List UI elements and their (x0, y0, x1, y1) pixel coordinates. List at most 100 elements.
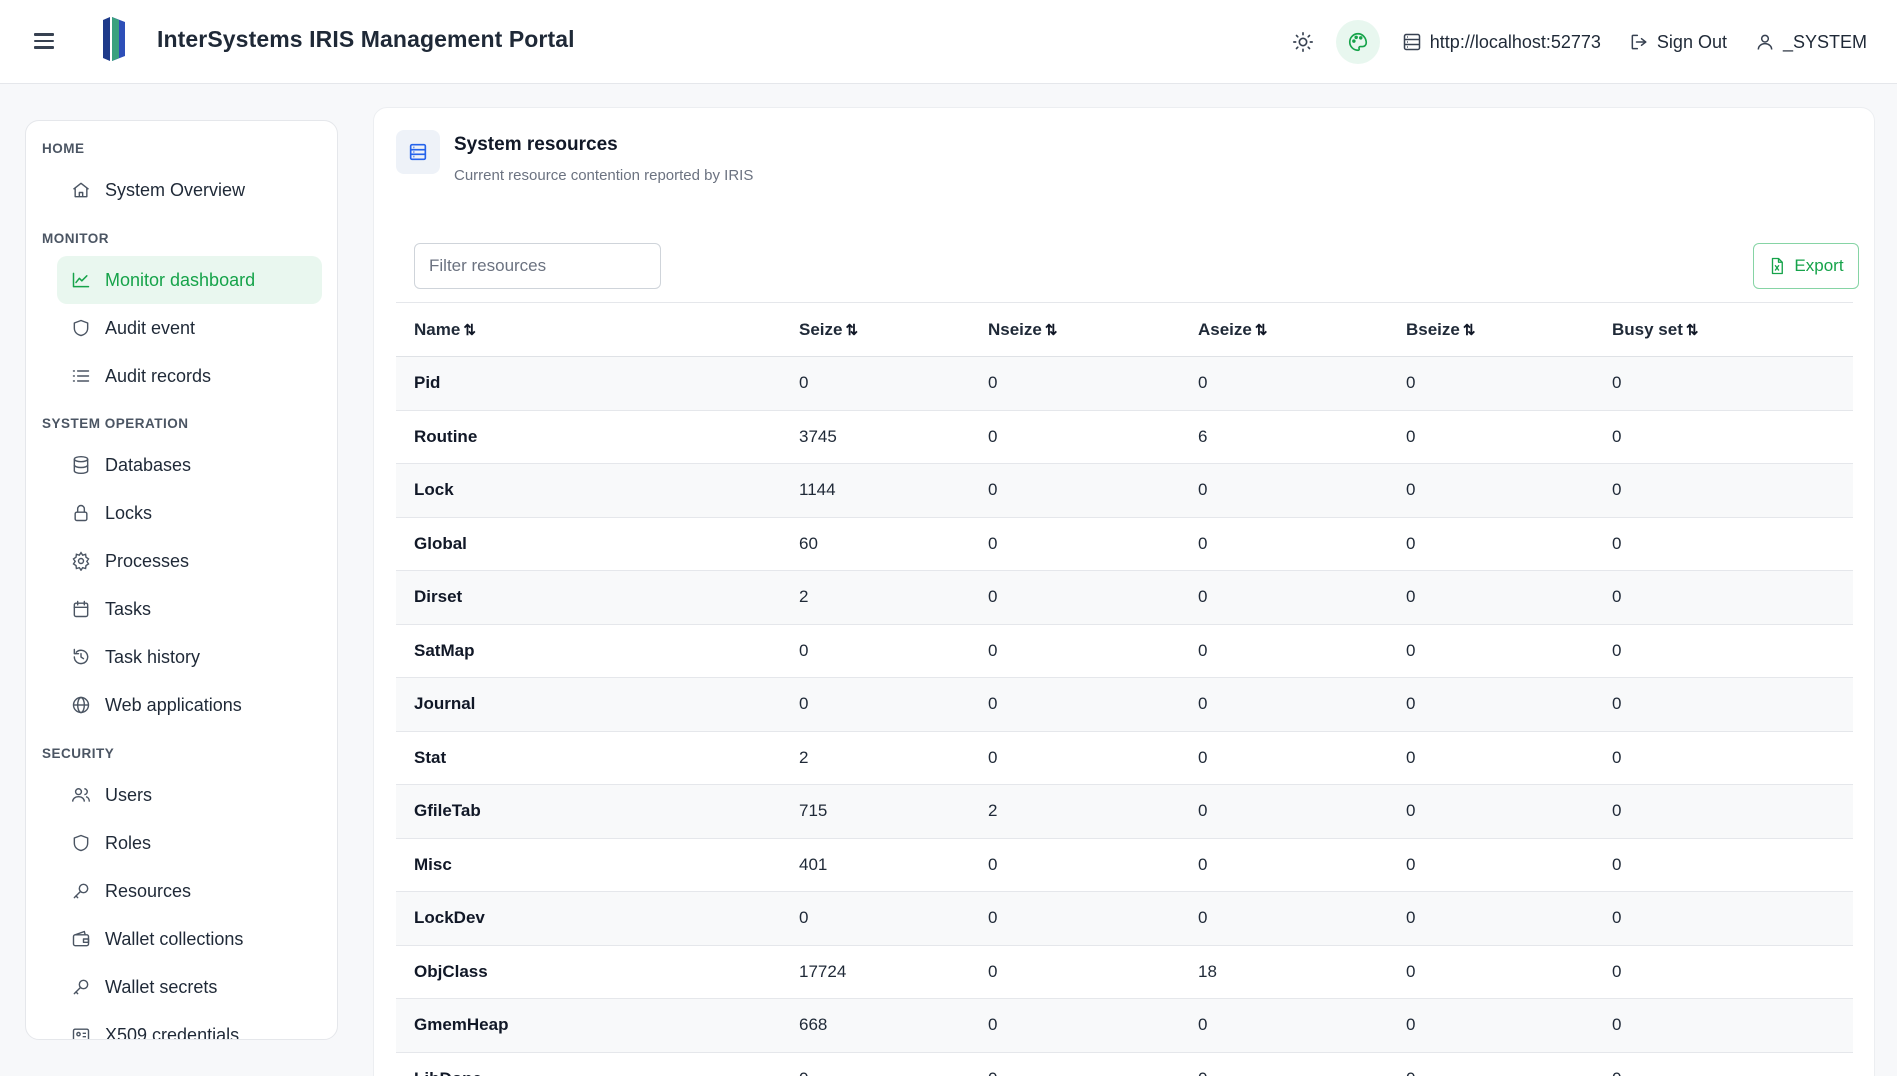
table-row[interactable]: LockDev 0 0 0 0 0 (396, 891, 1853, 946)
history-icon (71, 647, 91, 667)
table-cell: 0 (1180, 891, 1388, 946)
user-menu[interactable]: _SYSTEM (1755, 32, 1867, 53)
table-cell: 2 (781, 731, 970, 785)
resource-name-cell: LibDone (396, 1052, 781, 1076)
sort-icon: ⇅ (1254, 321, 1268, 339)
table-cell: 0 (1388, 891, 1594, 946)
system-resources-card: System resources Current resource conten… (373, 107, 1875, 1076)
table-cell: 401 (781, 838, 970, 892)
sign-out-button[interactable]: Sign Out (1629, 32, 1727, 53)
sidebar-item-web-applications[interactable]: Web applications (57, 681, 322, 729)
id-card-icon (71, 1025, 91, 1039)
table-row[interactable]: Stat 2 0 0 0 0 (396, 731, 1853, 785)
lock-icon (71, 503, 91, 523)
column-header-nseize[interactable]: Nseize ⇅ (970, 302, 1180, 357)
hamburger-menu-icon[interactable] (34, 28, 60, 54)
server-list-icon (396, 130, 440, 174)
column-header-aseize[interactable]: Aseize ⇅ (1180, 302, 1388, 357)
table-header-row: Name ⇅ Seize ⇅ Nseize ⇅ Aseize ⇅ Bseize ⇅ Bus… (396, 302, 1853, 357)
table-cell: 0 (1180, 356, 1388, 411)
sidebar-item-label: Tasks (105, 598, 152, 619)
table-cell: 60 (781, 517, 970, 571)
table-row[interactable]: Lock 1144 0 0 0 0 (396, 463, 1853, 518)
column-header-seize[interactable]: Seize ⇅ (781, 302, 970, 357)
table-row[interactable]: Misc 401 0 0 0 0 (396, 838, 1853, 892)
table-row[interactable]: Routine 3745 0 6 0 0 (396, 410, 1853, 464)
sidebar-item-wallet-secrets[interactable]: Wallet secrets (57, 963, 322, 1011)
user-icon (1757, 34, 1773, 50)
sidebar-item-users[interactable]: Users (57, 771, 322, 819)
sidebar-item-audit-records[interactable]: Audit records (57, 352, 322, 400)
table-row[interactable]: Journal 0 0 0 0 0 (396, 677, 1853, 732)
section-title-home: HOME (42, 141, 85, 156)
server-link[interactable]: http://localhost:52773 (1402, 32, 1601, 53)
resource-name-cell: Routine (396, 410, 781, 464)
globe-icon (71, 695, 91, 715)
sidebar-item-tasks[interactable]: Tasks (57, 585, 322, 633)
table-cell: 0 (970, 1052, 1180, 1076)
sidebar-item-label: Task history (105, 646, 201, 667)
sidebar-item-label: System Overview (105, 179, 246, 200)
table-cell: 0 (970, 463, 1180, 518)
table-row[interactable]: GmemHeap 668 0 0 0 0 (396, 998, 1853, 1053)
resource-name-cell: GmemHeap (396, 998, 781, 1053)
sidebar-item-audit-event[interactable]: Audit event (57, 304, 322, 352)
section-title-system-operation: SYSTEM OPERATION (42, 416, 189, 431)
sidebar-item-databases[interactable]: Databases (57, 441, 322, 489)
sidebar-item-resources[interactable]: Resources (57, 867, 322, 915)
export-button[interactable]: Export (1753, 243, 1859, 289)
table-cell: 0 (1180, 463, 1388, 518)
table-cell: 1144 (781, 463, 970, 518)
table-cell: 0 (1180, 517, 1388, 571)
table-cell: 0 (1180, 731, 1388, 785)
sidebar-item-task-history[interactable]: Task history (57, 633, 322, 681)
resource-name-cell: Misc (396, 838, 781, 892)
table-row[interactable]: GfileTab 715 2 0 0 0 (396, 784, 1853, 839)
table-cell: 0 (1388, 945, 1594, 999)
filter-input[interactable] (414, 243, 661, 289)
resource-name-cell: Dirset (396, 570, 781, 625)
theme-toggle-button[interactable] (1286, 25, 1320, 59)
table-cell: 0 (970, 570, 1180, 625)
table-cell: 0 (1594, 463, 1853, 518)
sidebar-item-label: Databases (105, 454, 192, 475)
column-header-name[interactable]: Name ⇅ (396, 302, 781, 357)
table-cell: 0 (1594, 624, 1853, 678)
sidebar-item-label: Processes (105, 550, 190, 571)
export-label: Export (1794, 256, 1844, 275)
sidebar-item-monitor-dashboard[interactable]: Monitor dashboard (57, 256, 322, 304)
column-header-bseize[interactable]: Bseize ⇅ (1388, 302, 1594, 357)
section-title-security: SECURITY (42, 746, 115, 761)
column-header-busy-set[interactable]: Busy set ⇅ (1594, 302, 1853, 357)
table-cell: 2 (781, 570, 970, 625)
table-row[interactable]: SatMap 0 0 0 0 0 (396, 624, 1853, 678)
table-row[interactable]: Global 60 0 0 0 0 (396, 517, 1853, 571)
sidebar-item-roles[interactable]: Roles (57, 819, 322, 867)
sidebar-item-x509-credentials[interactable]: X509 credentials (57, 1011, 322, 1039)
iris-logo (103, 17, 125, 61)
table-cell: 17724 (781, 945, 970, 999)
resource-name-cell: Global (396, 517, 781, 571)
table-row[interactable]: LibDone00000 (396, 1052, 1853, 1076)
user-name: _SYSTEM (1782, 31, 1867, 52)
shield-icon (71, 833, 91, 853)
table-cell: 0 (1180, 998, 1388, 1053)
table-cell: 0 (781, 624, 970, 678)
table-cell: 0 (1594, 677, 1853, 732)
table-row[interactable]: Dirset 2 0 0 0 0 (396, 570, 1853, 625)
sidebar-item-processes[interactable]: Processes (57, 537, 322, 585)
sidebar-item-locks[interactable]: Locks (57, 489, 322, 537)
users-icon (71, 785, 91, 805)
table-row[interactable]: Pid 0 0 0 0 0 (396, 356, 1853, 411)
sidebar-item-label: Monitor dashboard (105, 269, 256, 290)
resource-name-cell: GfileTab (396, 784, 781, 839)
table-cell: 0 (970, 356, 1180, 411)
table-cell: 0 (1388, 677, 1594, 732)
palette-button[interactable] (1335, 20, 1380, 64)
table-cell: 0 (1388, 356, 1594, 411)
table-row[interactable]: ObjClass 17724 0 18 0 0 (396, 945, 1853, 999)
sidebar-item-wallet-collections[interactable]: Wallet collections (57, 915, 322, 963)
table-cell: 18 (1180, 945, 1388, 999)
sidebar-item-system-overview[interactable]: System Overview (57, 166, 322, 214)
resource-name-cell: Pid (396, 356, 781, 411)
